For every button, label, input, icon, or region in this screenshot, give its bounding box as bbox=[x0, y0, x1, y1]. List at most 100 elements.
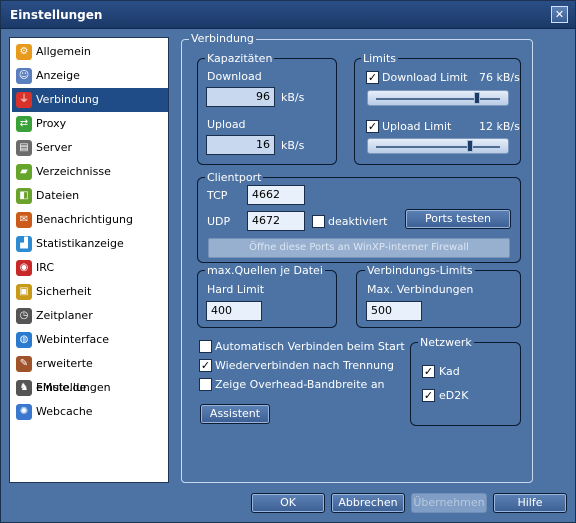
udp-deactivated-checkbox[interactable] bbox=[312, 215, 325, 228]
settings-window: Einstellungen ✕ ⚙ Allgemein ☺ Anzeige ⏚ Verbi… bbox=[0, 0, 576, 523]
download-capacity-unit: kB/s bbox=[281, 91, 305, 104]
upload-capacity-input[interactable]: 16 bbox=[206, 135, 275, 155]
statistics-icon: ▟ bbox=[16, 236, 32, 252]
tcp-port-input[interactable]: 4662 bbox=[247, 185, 305, 205]
download-slider-thumb[interactable] bbox=[474, 92, 480, 104]
person-icon: ☺ bbox=[16, 68, 32, 84]
webcache-icon: ✺ bbox=[16, 404, 32, 420]
sidebar-item-benachrichtigung[interactable]: ✉ Benachrichtigung bbox=[12, 208, 168, 232]
help-button[interactable]: Hilfe bbox=[493, 493, 567, 513]
download-limit-slider[interactable] bbox=[367, 90, 509, 106]
open-firewall-ports-button[interactable]: Öffne diese Ports an WinXP-interner Fire… bbox=[208, 238, 510, 258]
network-plug-icon: ⏚ bbox=[16, 92, 32, 108]
udp-port-input[interactable]: 4672 bbox=[247, 211, 305, 231]
auto-connect-label: Automatisch Verbinden beim Start bbox=[215, 340, 405, 353]
notification-icon: ✉ bbox=[16, 212, 32, 228]
download-capacity-input[interactable]: 96 bbox=[206, 87, 275, 107]
server-icon: ▤ bbox=[16, 140, 32, 156]
sidebar-item-allgemein[interactable]: ⚙ Allgemein bbox=[12, 40, 168, 64]
test-ports-button[interactable]: Ports testen bbox=[405, 209, 511, 229]
files-icon: ◧ bbox=[16, 188, 32, 204]
sidebar-item-label: Statistikanzeige bbox=[36, 237, 124, 250]
proxy-icon: ⇄ bbox=[16, 116, 32, 132]
reconnect-label: Wiederverbinden nach Trennung bbox=[215, 359, 395, 372]
download-limit-label: Download Limit bbox=[382, 71, 468, 84]
sidebar-item-label: Verbindung bbox=[36, 93, 99, 106]
show-overhead-label: Zeige Overhead-Bandbreite an bbox=[215, 378, 385, 391]
tcp-label: TCP bbox=[207, 189, 228, 202]
panel-title: Verbindung bbox=[189, 32, 256, 45]
network-title: Netzwerk bbox=[418, 336, 474, 349]
sidebar-item-label: IRC bbox=[36, 261, 55, 274]
sidebar-item-proxy[interactable]: ⇄ Proxy bbox=[12, 112, 168, 136]
sidebar-item-verzeichnisse[interactable]: ▰ Verzeichnisse bbox=[12, 160, 168, 184]
kad-checkbox[interactable]: ✓ bbox=[422, 365, 435, 378]
irc-icon: ◉ bbox=[16, 260, 32, 276]
sidebar-item-label: Zeitplaner bbox=[36, 309, 93, 322]
sidebar-item-label: Webinterface bbox=[36, 333, 110, 346]
auto-connect-checkbox[interactable] bbox=[199, 340, 212, 353]
sidebar-item-label: Server bbox=[36, 141, 73, 154]
network-group bbox=[410, 342, 521, 426]
ed2k-checkbox[interactable]: ✓ bbox=[422, 389, 435, 402]
download-slider-line bbox=[376, 98, 500, 100]
limits-title: Limits bbox=[361, 52, 398, 65]
upload-limit-checkbox[interactable]: ✓ bbox=[366, 120, 379, 133]
title-bar[interactable]: Einstellungen ✕ bbox=[1, 1, 575, 29]
sidebar-item-statistikanzeige[interactable]: ▟ Statistikanzeige bbox=[12, 232, 168, 256]
folder-icon: ▰ bbox=[16, 164, 32, 180]
download-limit-value: 76 kB/s bbox=[479, 71, 520, 84]
wizard-button[interactable]: Assistent bbox=[200, 404, 270, 424]
ok-button[interactable]: OK bbox=[251, 493, 325, 513]
sidebar-item-label: Dateien bbox=[36, 189, 80, 202]
sidebar-item-webinterface[interactable]: ◍ Webinterface bbox=[12, 328, 168, 352]
sidebar-item-zeitplaner[interactable]: ◷ Zeitplaner bbox=[12, 304, 168, 328]
max-connections-label: Max. Verbindungen bbox=[367, 283, 474, 296]
udp-label: UDP bbox=[207, 215, 231, 228]
upload-limit-slider[interactable] bbox=[367, 138, 509, 154]
sidebar-item-erweiterte-einstellungen[interactable]: ✎ erweiterte Einstellungen bbox=[12, 352, 168, 394]
sidebar-item-label: Webcache bbox=[36, 405, 93, 418]
clock-icon: ◷ bbox=[16, 308, 32, 324]
hard-limit-label: Hard Limit bbox=[207, 283, 265, 296]
clientport-title: Clientport bbox=[205, 171, 264, 184]
sidebar-item-label: Anzeige bbox=[36, 69, 80, 82]
show-overhead-checkbox[interactable] bbox=[199, 378, 212, 391]
ed2k-label: eD2K bbox=[439, 389, 469, 402]
connection-limits-title: Verbindungs-Limits bbox=[365, 264, 475, 277]
window-title: Einstellungen bbox=[10, 8, 103, 22]
sidebar-item-irc[interactable]: ◉ IRC bbox=[12, 256, 168, 280]
globe-icon: ◍ bbox=[16, 332, 32, 348]
emule-mule-icon: ♞ bbox=[16, 380, 32, 396]
upload-capacity-label: Upload bbox=[207, 118, 246, 131]
apply-button[interactable]: Übernehmen bbox=[411, 493, 487, 513]
sidebar-item-anzeige[interactable]: ☺ Anzeige bbox=[12, 64, 168, 88]
sidebar-item-label: Benachrichtigung bbox=[36, 213, 133, 226]
download-limit-checkbox[interactable]: ✓ bbox=[366, 71, 379, 84]
sidebar-item-dateien[interactable]: ◧ Dateien bbox=[12, 184, 168, 208]
sidebar-item-sicherheit[interactable]: ▣ Sicherheit bbox=[12, 280, 168, 304]
upload-limit-value: 12 kB/s bbox=[479, 120, 520, 133]
upload-slider-line bbox=[376, 146, 500, 148]
sidebar-item-webcache[interactable]: ✺ Webcache bbox=[12, 400, 168, 424]
sidebar-item-verbindung[interactable]: ⏚ Verbindung bbox=[12, 88, 168, 112]
upload-capacity-unit: kB/s bbox=[281, 139, 305, 152]
sidebar-item-emule-de[interactable]: ♞ eMule.de bbox=[12, 376, 168, 400]
udp-deactivated-label: deaktiviert bbox=[328, 215, 388, 228]
upload-slider-thumb[interactable] bbox=[467, 140, 473, 152]
cancel-button[interactable]: Abbrechen bbox=[331, 493, 405, 513]
capacities-title: Kapazitäten bbox=[205, 52, 275, 65]
max-connections-input[interactable]: 500 bbox=[366, 301, 422, 321]
settings-category-list: ⚙ Allgemein ☺ Anzeige ⏚ Verbindung ⇄ Proxy ▤ Serv… bbox=[9, 37, 169, 483]
sidebar-item-server[interactable]: ▤ Server bbox=[12, 136, 168, 160]
lock-icon: ▣ bbox=[16, 284, 32, 300]
upload-limit-label: Upload Limit bbox=[382, 120, 452, 133]
kad-label: Kad bbox=[439, 365, 460, 378]
sidebar-item-label: Allgemein bbox=[36, 45, 91, 58]
sidebar-item-label: Sicherheit bbox=[36, 285, 92, 298]
reconnect-checkbox[interactable]: ✓ bbox=[199, 359, 212, 372]
close-button[interactable]: ✕ bbox=[551, 6, 568, 23]
sidebar-item-label: Verzeichnisse bbox=[36, 165, 111, 178]
gear-icon: ⚙ bbox=[16, 44, 32, 60]
hard-limit-input[interactable]: 400 bbox=[206, 301, 262, 321]
